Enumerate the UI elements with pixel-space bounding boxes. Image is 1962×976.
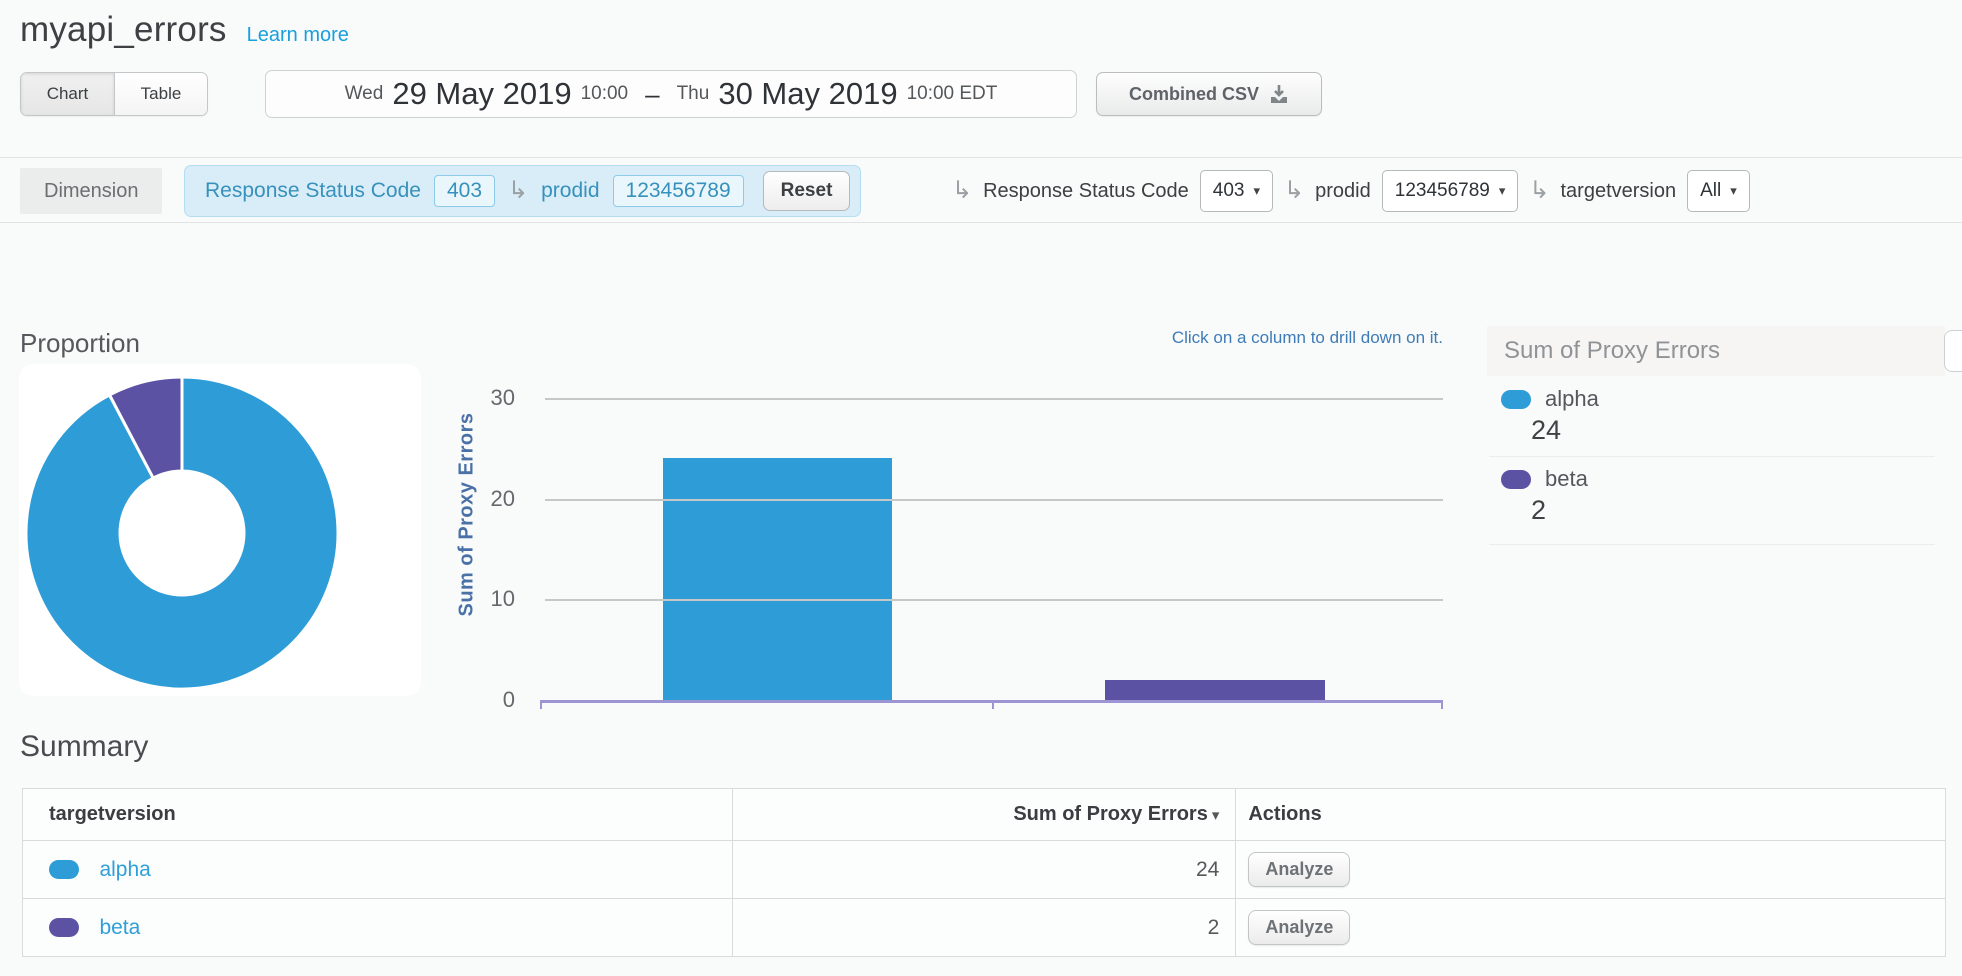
proportion-title: Proportion [20,328,140,359]
filter-value: 403 [1213,180,1245,202]
legend-value-alpha: 24 [1531,415,1561,446]
proportion-donut-card [19,364,421,696]
page-header: myapi_errors Learn more [20,10,349,50]
chart-view-button[interactable]: Chart [21,73,114,115]
legend-value-beta: 2 [1531,495,1546,526]
summary-title: Summary [20,730,148,764]
alpha-link[interactable]: alpha [99,858,150,881]
drill-arrow-icon: ↳ [952,179,972,203]
date-separator: – [645,79,659,110]
actions-cell: Analyze [1236,841,1946,899]
drill-hint-text: Click on a column to drill down on it. [1172,328,1443,348]
start-time: 10:00 [581,83,629,105]
table-row-beta: beta 2 Analyze [23,899,1946,957]
targetversion-cell: alpha [23,841,733,899]
summary-header-row: targetversion Sum of Proxy Errors▾ Actio… [23,789,1946,841]
filter-value: All [1700,180,1721,202]
page-title: myapi_errors [20,10,227,50]
combined-csv-button[interactable]: Combined CSV [1096,72,1322,116]
y-axis-labels: 0102030 [440,398,515,700]
bar-alpha[interactable] [663,458,892,700]
divider-bottom [0,222,1962,223]
reset-button[interactable]: Reset [763,171,851,211]
column-header-actions: Actions [1236,789,1946,841]
legend-divider [1489,544,1935,545]
value-cell: 24 [732,841,1236,899]
axis-tick [992,703,994,709]
donut-chart [19,364,421,696]
column-header-sum-proxy-errors[interactable]: Sum of Proxy Errors▾ [732,789,1236,841]
filter-name: targetversion [1561,180,1677,203]
end-date: 30 May 2019 [718,76,897,112]
y-tick-label-20: 20 [440,486,515,512]
axis-tick [540,703,542,709]
filter-name: prodid [1315,180,1371,203]
value-cell: 2 [732,899,1236,957]
end-time: 10:00 EDT [907,83,998,105]
filter-value: 123456789 [1395,180,1490,202]
chevron-down-icon: ▾ [1254,183,1261,199]
download-icon [1269,84,1289,104]
actions-cell: Analyze [1236,899,1946,957]
y-tick-label-0: 0 [440,687,515,713]
chevron-down-icon: ▾ [1730,183,1737,199]
breadcrumb-dimension-value[interactable]: 123456789 [613,175,744,207]
legend-label: beta [1545,466,1588,492]
learn-more-link[interactable]: Learn more [247,24,349,47]
beta-link[interactable]: beta [99,916,140,939]
drill-arrow-icon: ↳ [508,179,528,203]
filter-select-targetversion[interactable]: All ▾ [1687,170,1750,212]
drill-arrow-icon: ↳ [1284,179,1304,203]
legend-title: Sum of Proxy Errors [1487,326,1945,376]
bar-beta[interactable] [1105,680,1325,700]
beta-swatch [49,918,79,937]
y-tick-label-30: 30 [440,385,515,411]
divider-top [0,157,1962,158]
drill-arrow-icon: ↳ [1529,179,1549,203]
bar-chart-plot-area [545,398,1443,700]
end-day: Thu [677,83,710,105]
targetversion-cell: beta [23,899,733,957]
view-toggle: Chart Table [20,72,208,116]
legend-divider [1489,456,1935,457]
legend-item-alpha: alpha [1501,386,1599,412]
filter-select-response-status-code[interactable]: 403 ▾ [1200,170,1273,212]
legend-item-beta: beta [1501,466,1588,492]
column-header-targetversion: targetversion [23,789,733,841]
start-date: 29 May 2019 [392,76,571,112]
breadcrumb-dimension-name: prodid [541,179,599,203]
x-axis-baseline [540,700,1443,703]
filter-select-prodid[interactable]: 123456789 ▾ [1382,170,1519,212]
start-day: Wed [345,83,384,105]
date-range-picker[interactable]: Wed 29 May 2019 10:00 – Thu 30 May 2019 … [265,70,1077,118]
dimension-breadcrumb: Response Status Code 403 ↳ prodid 123456… [184,165,861,217]
legend-label: alpha [1545,386,1599,412]
gridline-20 [545,499,1443,501]
analyze-button-beta[interactable]: Analyze [1248,910,1350,945]
axis-tick [1441,703,1443,709]
filter-name: Response Status Code [983,180,1189,203]
alpha-swatch [1501,390,1531,409]
breadcrumb-dimension-name: Response Status Code [205,179,421,203]
collapsed-panel-button[interactable] [1944,330,1962,372]
alpha-swatch [49,860,79,879]
analyze-button-alpha[interactable]: Analyze [1248,852,1350,887]
chevron-down-icon: ▾ [1499,183,1506,199]
dimension-label: Dimension [20,168,162,214]
gridline-30 [545,398,1443,400]
combined-csv-label: Combined CSV [1129,84,1259,105]
dashboard-root: myapi_errors Learn more Chart Table Wed … [0,0,1962,976]
beta-swatch [1501,470,1531,489]
gridline-10 [545,599,1443,601]
table-row-alpha: alpha 24 Analyze [23,841,1946,899]
table-view-button[interactable]: Table [114,73,207,115]
legend-panel: Sum of Proxy Errors alpha 24 beta 2 [1487,326,1945,376]
breadcrumb-dimension-value[interactable]: 403 [434,175,495,207]
column-header-label: Sum of Proxy Errors [1013,803,1208,825]
sort-desc-icon: ▾ [1212,807,1220,824]
dimension-filters: ↳ Response Status Code 403 ▾ ↳ prodid 12… [952,165,1750,217]
summary-table: targetversion Sum of Proxy Errors▾ Actio… [22,788,1946,957]
y-tick-label-10: 10 [440,586,515,612]
